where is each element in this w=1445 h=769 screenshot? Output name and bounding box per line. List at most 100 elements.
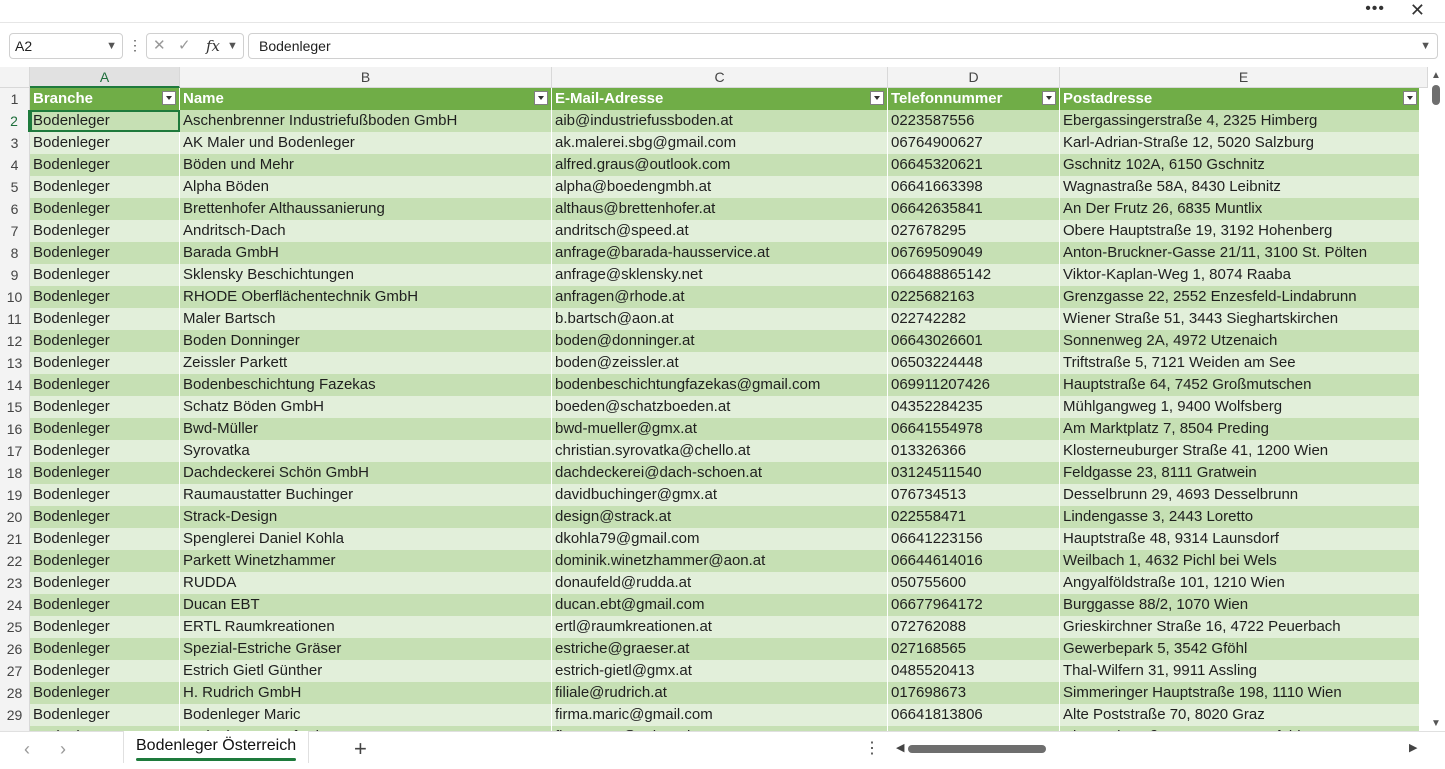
- sheet-tab[interactable]: Bodenleger Österreich: [123, 731, 310, 763]
- cell-phone[interactable]: 0223587556: [888, 110, 1060, 132]
- cell-name[interactable]: H. Rudrich GmbH: [180, 682, 552, 704]
- cell-address[interactable]: Feldgasse 23, 8111 Gratwein: [1060, 462, 1420, 484]
- row-number[interactable]: 26: [0, 638, 30, 660]
- cell-name[interactable]: Raumaustatter Buchinger: [180, 484, 552, 506]
- vertical-scrollbar[interactable]: ▲ ▼: [1428, 67, 1445, 731]
- cell-branche[interactable]: Bodenleger: [30, 154, 180, 176]
- close-icon[interactable]: ✕: [1410, 0, 1425, 21]
- cell-email[interactable]: filiale@rudrich.at: [552, 682, 888, 704]
- cell-branche[interactable]: Bodenleger: [30, 704, 180, 726]
- cell-branche[interactable]: Bodenleger: [30, 396, 180, 418]
- row-number[interactable]: 1: [0, 88, 30, 110]
- cell-name[interactable]: Barada GmbH: [180, 242, 552, 264]
- cell-email[interactable]: ertl@raumkreationen.at: [552, 616, 888, 638]
- cancel-icon[interactable]: ✕: [153, 34, 166, 58]
- cell-name[interactable]: Spenglerei Daniel Kohla: [180, 528, 552, 550]
- cell-address[interactable]: Karl-Adrian-Straße 12, 5020 Salzburg: [1060, 132, 1420, 154]
- cell-email[interactable]: b.bartsch@aon.at: [552, 308, 888, 330]
- cell-phone[interactable]: 04352284235: [888, 396, 1060, 418]
- cell-email[interactable]: estrich-gietl@gmx.at: [552, 660, 888, 682]
- cell-name[interactable]: Sklensky Beschichtungen: [180, 264, 552, 286]
- cell-name[interactable]: RHODE Oberflächentechnik GmbH: [180, 286, 552, 308]
- cell-address[interactable]: Weilbach 1, 4632 Pichl bei Wels: [1060, 550, 1420, 572]
- cell-address[interactable]: Hauptstraße 64, 7452 Großmutschen: [1060, 374, 1420, 396]
- cell-email[interactable]: davidbuchinger@gmx.at: [552, 484, 888, 506]
- row-number[interactable]: 2: [0, 110, 30, 132]
- filter-dropdown-icon[interactable]: [162, 91, 176, 105]
- cell-phone[interactable]: 022742282: [888, 308, 1060, 330]
- cell-address[interactable]: Grieskirchner Straße 16, 4722 Peuerbach: [1060, 616, 1420, 638]
- cell-address[interactable]: An Der Frutz 26, 6835 Muntlix: [1060, 198, 1420, 220]
- cell-phone[interactable]: 069911207426: [888, 374, 1060, 396]
- row-number[interactable]: 14: [0, 374, 30, 396]
- cell-email[interactable]: anfrage@barada-hausservice.at: [552, 242, 888, 264]
- cell-branche[interactable]: Bodenleger: [30, 572, 180, 594]
- cell-address[interactable]: Wiener Straße 51, 3443 Sieghartskirchen: [1060, 308, 1420, 330]
- cell-email[interactable]: bwd-mueller@gmx.at: [552, 418, 888, 440]
- cell-name[interactable]: Bodenleger Maric: [180, 704, 552, 726]
- cell-address[interactable]: Grenzgasse 22, 2552 Enzesfeld-Lindabrunn: [1060, 286, 1420, 308]
- cell-branche[interactable]: Bodenleger: [30, 418, 180, 440]
- cell-address[interactable]: Gschnitz 102A, 6150 Gschnitz: [1060, 154, 1420, 176]
- row-number[interactable]: 10: [0, 286, 30, 308]
- cell-email[interactable]: boden@donninger.at: [552, 330, 888, 352]
- cell-phone[interactable]: 017698673: [888, 682, 1060, 704]
- cell-phone[interactable]: 027678295: [888, 220, 1060, 242]
- cell-branche[interactable]: Bodenleger: [30, 308, 180, 330]
- row-number[interactable]: 12: [0, 330, 30, 352]
- header-cell-phone[interactable]: Telefonnummer: [888, 88, 1060, 110]
- cell-address[interactable]: Alte Poststraße 70, 8020 Graz: [1060, 704, 1420, 726]
- cell-name[interactable]: Estrich Gietl Günther: [180, 660, 552, 682]
- cell-email[interactable]: estriche@graeser.at: [552, 638, 888, 660]
- scroll-right-icon[interactable]: ▶: [1409, 741, 1417, 754]
- row-number[interactable]: 3: [0, 132, 30, 154]
- cell-email[interactable]: andritsch@speed.at: [552, 220, 888, 242]
- column-header-a[interactable]: A: [30, 67, 180, 88]
- row-number[interactable]: 8: [0, 242, 30, 264]
- cell-branche[interactable]: Bodenleger: [30, 198, 180, 220]
- cell-phone[interactable]: 06643026601: [888, 330, 1060, 352]
- cell-branche[interactable]: Bodenleger: [30, 110, 180, 132]
- row-number[interactable]: 4: [0, 154, 30, 176]
- cell-address[interactable]: Burggasse 88/2, 1070 Wien: [1060, 594, 1420, 616]
- previous-sheet-icon[interactable]: ‹: [24, 739, 30, 760]
- cell-phone[interactable]: 072762088: [888, 616, 1060, 638]
- cell-phone[interactable]: 06645320621: [888, 154, 1060, 176]
- cell-email[interactable]: dominik.winetzhammer@aon.at: [552, 550, 888, 572]
- formula-input[interactable]: Bodenleger ▼: [248, 33, 1438, 59]
- row-number[interactable]: 27: [0, 660, 30, 682]
- function-icon[interactable]: fx: [206, 34, 220, 58]
- row-number[interactable]: 23: [0, 572, 30, 594]
- cell-email[interactable]: boeden@schatzboeden.at: [552, 396, 888, 418]
- cell-address[interactable]: Desselbrunn 29, 4693 Desselbrunn: [1060, 484, 1420, 506]
- cell-phone[interactable]: 076734513: [888, 484, 1060, 506]
- cell-email[interactable]: firma.maric@gmail.com: [552, 704, 888, 726]
- cell-email[interactable]: boden@zeissler.at: [552, 352, 888, 374]
- filter-dropdown-icon[interactable]: [534, 91, 548, 105]
- cell-branche[interactable]: Bodenleger: [30, 550, 180, 572]
- column-header-b[interactable]: B: [180, 67, 552, 88]
- name-box[interactable]: A2 ▼: [9, 33, 123, 59]
- cell-address[interactable]: Klosterneuburger Straße 41, 1200 Wien: [1060, 440, 1420, 462]
- row-number[interactable]: 7: [0, 220, 30, 242]
- header-cell-branche[interactable]: Branche: [30, 88, 180, 110]
- next-sheet-icon[interactable]: ›: [60, 739, 66, 760]
- cell-email[interactable]: alpha@boedengmbh.at: [552, 176, 888, 198]
- cell-name[interactable]: Syrovatka: [180, 440, 552, 462]
- cell-phone[interactable]: 06677964172: [888, 594, 1060, 616]
- filter-dropdown-icon[interactable]: [1042, 91, 1056, 105]
- cell-branche[interactable]: Bodenleger: [30, 264, 180, 286]
- cell-name[interactable]: Bwd-Müller: [180, 418, 552, 440]
- cell-email[interactable]: ducan.ebt@gmail.com: [552, 594, 888, 616]
- expand-formula-icon[interactable]: ▼: [1420, 34, 1431, 58]
- cell-branche[interactable]: Bodenleger: [30, 440, 180, 462]
- row-number[interactable]: 15: [0, 396, 30, 418]
- cell-name[interactable]: Dachdeckerei Schön GmbH: [180, 462, 552, 484]
- cell-email[interactable]: dachdeckerei@dach-schoen.at: [552, 462, 888, 484]
- cell-email[interactable]: design@strack.at: [552, 506, 888, 528]
- cell-address[interactable]: Thal-Wilfern 31, 9911 Assling: [1060, 660, 1420, 682]
- cell-email[interactable]: aib@industriefussboden.at: [552, 110, 888, 132]
- cell-branche[interactable]: Bodenleger: [30, 462, 180, 484]
- cell-email[interactable]: ak.malerei.sbg@gmail.com: [552, 132, 888, 154]
- cell-email[interactable]: donaufeld@rudda.at: [552, 572, 888, 594]
